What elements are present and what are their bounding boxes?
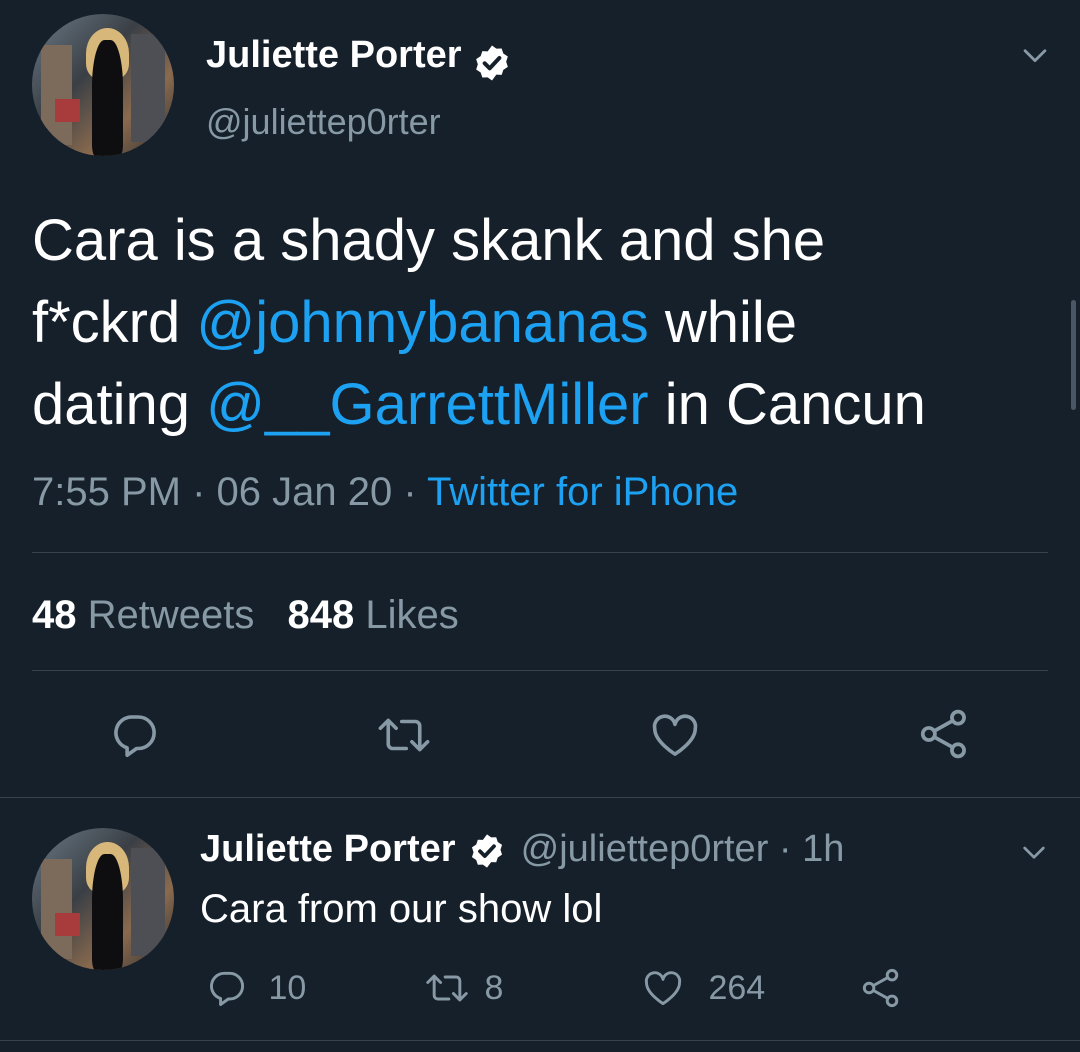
share-button[interactable]	[858, 966, 904, 1010]
likes-stat[interactable]: 848 Likes	[288, 593, 459, 637]
share-icon	[862, 968, 899, 1008]
chevron-down-icon[interactable]	[1018, 38, 1052, 72]
scrollbar[interactable]	[1071, 300, 1076, 410]
likes-count: 848	[287, 593, 355, 637]
mention-link[interactable]: @johnnybananas	[196, 290, 648, 355]
display-name[interactable]: Juliette Porter	[206, 34, 462, 76]
tweet-text-segment: Cara is a shady skank and she	[32, 208, 826, 273]
reply-tweet[interactable]: Juliette Porter @juliettep0rter · 1h Car…	[0, 798, 1080, 1040]
tweet-text: Cara is a shady skank and she f*ckrd @jo…	[32, 200, 1052, 446]
reply-icon	[210, 971, 245, 1006]
tweet-time[interactable]: 1h	[802, 828, 844, 870]
tweet-text-line1: Cara is a shady skank and she	[32, 200, 1052, 282]
mention-link[interactable]: @__GarrettMiller	[206, 372, 648, 437]
tweet-text-segment: while	[648, 290, 798, 355]
tweet-text-segment: dating	[32, 372, 207, 437]
reply-text: Cara from our show lol	[200, 887, 603, 931]
reply-header: Juliette Porter @juliettep0rter · 1h	[200, 826, 844, 872]
tweet-text-segment: f*ckrd	[32, 290, 197, 355]
retweet-count: 8	[484, 969, 504, 1007]
meta-separator: ·	[180, 470, 217, 514]
retweets-stat[interactable]: 48 Retweets	[32, 593, 266, 637]
tweet-date[interactable]: 06 Jan 20	[217, 470, 393, 514]
like-icon	[644, 971, 682, 1006]
like-button[interactable]: 264	[640, 966, 765, 1010]
display-name[interactable]: Juliette Porter	[200, 828, 456, 870]
meta-separator: ·	[768, 828, 803, 870]
tweet-source-link[interactable]: Twitter for iPhone	[427, 470, 738, 514]
retweets-count: 48	[32, 593, 77, 637]
tweet-text-line3: dating @__GarrettMiller in Cancun	[32, 364, 1052, 446]
like-count: 264	[708, 969, 766, 1007]
verified-badge-icon	[472, 43, 512, 83]
reply-count: 10	[268, 969, 307, 1007]
retweets-label: Retweets	[87, 593, 255, 637]
avatar[interactable]	[32, 14, 174, 156]
reply-button[interactable]	[108, 708, 162, 762]
author-handle[interactable]: @juliettep0rter	[206, 100, 441, 144]
likes-label: Likes	[365, 593, 459, 637]
retweet-icon	[426, 974, 468, 1002]
like-button[interactable]	[648, 708, 702, 762]
divider	[0, 1040, 1080, 1041]
retweet-icon	[378, 718, 430, 752]
divider	[32, 552, 1048, 553]
reply-button[interactable]: 10	[204, 966, 306, 1010]
verified-badge-icon	[468, 832, 506, 870]
tweet-time[interactable]: 7:55 PM	[32, 470, 181, 514]
divider	[32, 670, 1048, 671]
reply-icon	[114, 715, 156, 758]
engagement-stats: 48 Retweets 848 Likes	[32, 590, 459, 640]
chevron-down-icon[interactable]	[1018, 836, 1050, 868]
share-icon	[920, 709, 966, 759]
share-button[interactable]	[916, 706, 972, 762]
tweet-text-segment: in Cancun	[648, 372, 926, 437]
tweet-meta: 7:55 PM · 06 Jan 20 · Twitter for iPhone	[32, 466, 738, 518]
retweet-button[interactable]: 8	[422, 966, 503, 1010]
author-handle[interactable]: @juliettep0rter	[521, 828, 769, 870]
meta-separator: ·	[392, 470, 428, 514]
main-tweet: Juliette Porter @juliettep0rter Cara is …	[0, 0, 1080, 797]
avatar[interactable]	[32, 828, 174, 970]
tweet-text-line2: f*ckrd @johnnybananas while	[32, 282, 1052, 364]
author-name-row[interactable]: Juliette Porter	[206, 30, 512, 83]
like-icon	[652, 714, 698, 756]
retweet-button[interactable]	[374, 708, 434, 762]
